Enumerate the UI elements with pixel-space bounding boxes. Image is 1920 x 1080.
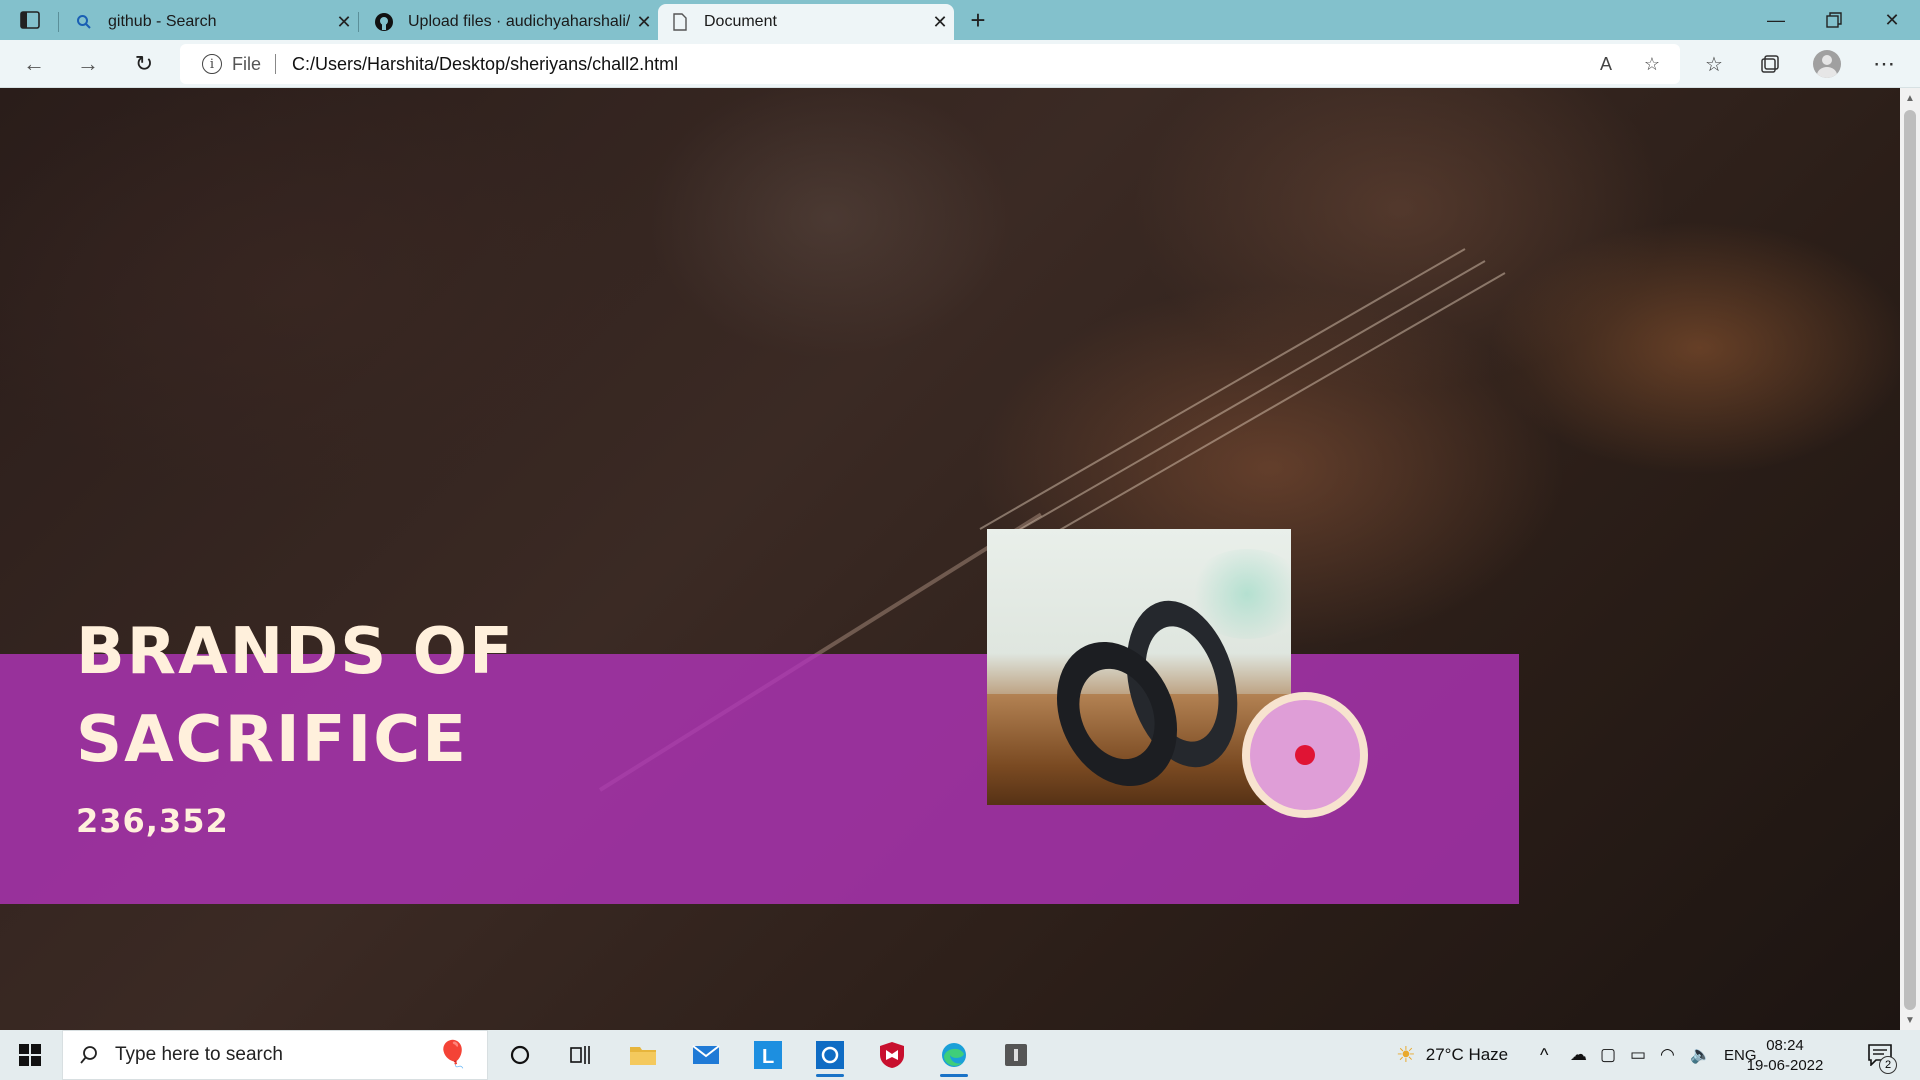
tab-document[interactable]: Document ✕ bbox=[658, 4, 954, 40]
document-icon bbox=[670, 12, 690, 32]
app-window-icon[interactable] bbox=[990, 1033, 1042, 1077]
add-favorite-icon[interactable]: ☆ bbox=[1640, 52, 1664, 76]
mcafee-icon[interactable] bbox=[866, 1033, 918, 1077]
search-icon bbox=[77, 1043, 101, 1067]
browser-toolbar: ← → ↻ i File C:/Users/Harshita/Desktop/s… bbox=[0, 40, 1920, 88]
tab-separator bbox=[58, 12, 59, 32]
notification-count-badge: 2 bbox=[1879, 1056, 1897, 1074]
windows-start-icon[interactable] bbox=[10, 1040, 50, 1070]
address-bar[interactable]: i File C:/Users/Harshita/Desktop/sheriya… bbox=[180, 44, 1680, 84]
l-app-icon[interactable]: L bbox=[742, 1033, 794, 1077]
weather-widget[interactable]: ☀ 27°C Haze bbox=[1396, 1030, 1508, 1080]
cortana-icon[interactable] bbox=[494, 1033, 546, 1077]
violin-string bbox=[999, 260, 1486, 542]
device-icon[interactable]: ▢ bbox=[1600, 1030, 1616, 1080]
weather-haze-icon: ☀ bbox=[1396, 1042, 1416, 1067]
weather-text: 27°C Haze bbox=[1425, 1045, 1509, 1064]
address-scheme: File bbox=[232, 53, 262, 74]
search-icon bbox=[74, 12, 94, 32]
tab-separator bbox=[358, 12, 359, 32]
address-divider bbox=[275, 54, 277, 74]
title-line-2: SACRIFICE bbox=[76, 703, 468, 777]
close-tab-icon[interactable]: ✕ bbox=[330, 8, 358, 36]
mail-icon[interactable] bbox=[680, 1033, 732, 1077]
file-explorer-icon[interactable] bbox=[617, 1033, 669, 1077]
title-line-1: BRANDS OF bbox=[76, 615, 515, 689]
page-title: BRANDS OF SACRIFICE bbox=[76, 608, 515, 784]
wifi-icon[interactable]: ◠ bbox=[1660, 1030, 1675, 1080]
favorites-icon[interactable]: ☆ bbox=[1696, 46, 1732, 82]
more-options-icon[interactable]: ⋯ bbox=[1866, 46, 1902, 82]
forward-icon[interactable]: → bbox=[70, 46, 106, 82]
restore-icon[interactable] bbox=[1806, 0, 1862, 40]
search-highlight-icon: 🎈 bbox=[436, 1039, 469, 1069]
tab-label: Document bbox=[704, 13, 777, 30]
page-scrollbar[interactable]: ▲ ▼ bbox=[1900, 88, 1920, 1030]
clock-time: 08:24 bbox=[1766, 1037, 1804, 1054]
tab-upload-files[interactable]: Upload files · audichyaharshali/r ✕ bbox=[362, 4, 658, 40]
close-tab-icon[interactable]: ✕ bbox=[630, 8, 658, 36]
violin-string bbox=[1019, 272, 1506, 554]
edge-browser-icon[interactable] bbox=[928, 1033, 980, 1077]
new-tab-button[interactable]: + bbox=[960, 4, 996, 36]
scroll-up-icon[interactable]: ▲ bbox=[1904, 92, 1916, 104]
taskbar-clock[interactable]: 08:24 19-06-2022 bbox=[1740, 1036, 1830, 1076]
back-icon[interactable]: ← bbox=[16, 46, 52, 82]
brand-count: 236,352 bbox=[76, 802, 229, 840]
info-icon[interactable]: i bbox=[202, 54, 222, 74]
volume-icon[interactable]: 🔈 bbox=[1690, 1030, 1711, 1080]
address-url[interactable]: C:/Users/Harshita/Desktop/sheriyans/chal… bbox=[292, 54, 678, 75]
refresh-icon[interactable]: ↻ bbox=[126, 46, 162, 82]
read-aloud-icon[interactable]: A bbox=[1594, 52, 1618, 76]
page-background: BRANDS OF SACRIFICE 236,352 bbox=[0, 88, 1900, 1030]
windows-taskbar: Type here to search 🎈 L ☀ 27°C Haze ^ ☁ … bbox=[0, 1030, 1920, 1080]
taskbar-search-input[interactable]: Type here to search 🎈 bbox=[62, 1030, 488, 1080]
battery-icon[interactable]: ▭ bbox=[1630, 1030, 1646, 1080]
collections-icon[interactable] bbox=[1752, 46, 1788, 82]
task-view-icon[interactable] bbox=[554, 1033, 606, 1077]
tab-actions-menu-icon[interactable] bbox=[8, 4, 52, 36]
svg-text:L: L bbox=[762, 1046, 774, 1068]
onedrive-icon[interactable]: ☁ bbox=[1570, 1030, 1587, 1080]
tab-label: github - Search bbox=[108, 13, 217, 30]
github-icon bbox=[374, 12, 394, 32]
record-disc bbox=[1242, 692, 1368, 818]
record-disc-inner bbox=[1250, 700, 1360, 810]
record-dot bbox=[1295, 745, 1315, 765]
scrollbar-thumb[interactable] bbox=[1904, 110, 1916, 1010]
close-window-icon[interactable]: ✕ bbox=[1864, 0, 1920, 40]
scroll-down-icon[interactable]: ▼ bbox=[1904, 1014, 1916, 1026]
tab-strip: github - Search ✕ Upload files · audichy… bbox=[0, 0, 1920, 40]
close-tab-icon[interactable]: ✕ bbox=[926, 8, 954, 36]
profile-avatar[interactable] bbox=[1813, 50, 1841, 78]
minimize-icon[interactable]: — bbox=[1748, 0, 1804, 40]
tab-github-search[interactable]: github - Search ✕ bbox=[62, 4, 358, 40]
search-placeholder: Type here to search bbox=[115, 1044, 283, 1065]
tab-label: Upload files · audichyaharshali/r bbox=[408, 13, 630, 30]
clock-date: 19-06-2022 bbox=[1746, 1057, 1824, 1074]
show-hidden-icons-icon[interactable]: ^ bbox=[1540, 1030, 1548, 1080]
violin-string bbox=[979, 248, 1466, 530]
outlook-icon[interactable] bbox=[804, 1033, 856, 1077]
